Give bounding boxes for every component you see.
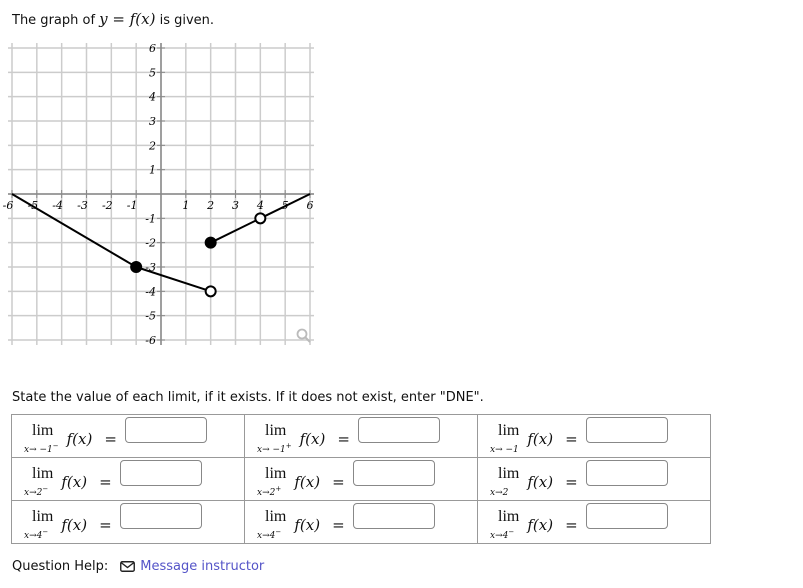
x-tick-label: -2: [102, 199, 113, 212]
limit-cell: lim x→4− f(x) =: [477, 500, 711, 544]
limit-expression: lim x→2+ f(x) =: [257, 464, 345, 498]
y-tick-label: 6: [149, 42, 156, 55]
y-tick-label: 4: [148, 91, 156, 104]
x-tick-label: 3: [232, 199, 239, 212]
limit-cell: lim x→2+ f(x) =: [244, 457, 478, 501]
limit-cell: lim x→2− f(x) =: [11, 457, 245, 501]
limit-approach: x→ −1+: [257, 441, 292, 455]
y-tick-label: 3: [149, 115, 156, 128]
limit-cell: lim x→ −1+ f(x) =: [244, 414, 478, 458]
y-tick-label: 2: [148, 139, 156, 152]
limit-answer-input[interactable]: [352, 460, 435, 487]
envelope-icon: [120, 561, 136, 572]
limit-expression: lim x→4− f(x) =: [257, 507, 345, 541]
limit-cell: lim x→ −1 f(x) =: [477, 414, 711, 458]
y-tick-label: -4: [145, 285, 156, 298]
x-tick-label: -3: [77, 199, 88, 212]
limit-cell: lim x→ −1− f(x) =: [11, 414, 245, 458]
limit-approach: x→4−: [257, 527, 282, 541]
limit-answer-input[interactable]: [585, 503, 668, 530]
limit-answer-input[interactable]: [585, 417, 668, 444]
x-tick-label: 6: [307, 199, 314, 212]
limit-expression: lim x→ −1 f(x) =: [490, 421, 578, 455]
limit-answer-input[interactable]: [119, 503, 202, 530]
curve-segment: [11, 193, 137, 268]
limits-row: lim x→4− f(x) = lim x→4− f(x) = lim x→4− f…: [11, 500, 711, 544]
y-tick-label: 5: [149, 66, 156, 79]
x-tick-label: 4: [256, 199, 264, 212]
instructions: State the value of each limit, if it exi…: [12, 390, 484, 405]
y-tick-label: -5: [145, 310, 156, 323]
limit-approach: x→ −1: [490, 444, 519, 455]
limits-row: lim x→2− f(x) = lim x→2+ f(x) = lim x→2 f(…: [11, 457, 711, 501]
limit-expression: lim x→4− f(x) =: [490, 507, 578, 541]
y-tick-label: 1: [149, 164, 156, 177]
limit-answer-input[interactable]: [358, 417, 441, 444]
question-help: Question Help: Message instructor: [12, 559, 265, 574]
prompt-math: y = f(x): [99, 10, 156, 28]
limit-expression: lim x→ −1+ f(x) =: [257, 421, 350, 455]
closed-point: [204, 236, 217, 249]
limit-answer-input[interactable]: [585, 460, 668, 487]
limit-answer-input[interactable]: [352, 503, 435, 530]
limit-expression: lim x→ −1− f(x) =: [24, 421, 117, 455]
open-point: [254, 212, 267, 225]
closed-point: [130, 261, 143, 273]
limit-approach: x→2: [490, 487, 509, 498]
x-tick-label: -4: [52, 199, 63, 212]
x-tick-label: 1: [182, 199, 189, 212]
y-tick-label: -2: [145, 237, 156, 250]
function-graph: -6-5-4-3-2-1123456654321-1-2-3-4-5-6: [3, 42, 314, 347]
prompt: The graph of y = f(x) is given.: [12, 10, 215, 28]
y-tick-label: -6: [145, 334, 156, 347]
x-tick-label: -6: [3, 199, 14, 212]
limit-approach: x→2−: [24, 484, 49, 498]
limit-answer-input[interactable]: [125, 417, 208, 444]
limits-row: lim x→ −1− f(x) = lim x→ −1+ f(x) = lim x→…: [11, 414, 711, 458]
limit-cell: lim x→4− f(x) =: [11, 500, 245, 544]
limits-table: lim x→ −1− f(x) = lim x→ −1+ f(x) = lim x→…: [11, 414, 711, 544]
limit-approach: x→4−: [24, 527, 49, 541]
limit-expression: lim x→2 f(x) =: [490, 464, 578, 498]
limit-approach: x→2+: [257, 484, 282, 498]
limit-cell: lim x→2 f(x) =: [477, 457, 711, 501]
limit-cell: lim x→4− f(x) =: [244, 500, 478, 544]
limit-approach: x→ −1−: [24, 441, 59, 455]
message-instructor-link[interactable]: Message instructor: [120, 559, 264, 574]
limit-expression: lim x→2− f(x) =: [24, 464, 112, 498]
limit-answer-input[interactable]: [119, 460, 202, 487]
y-tick-label: -1: [145, 212, 156, 225]
limit-approach: x→4−: [490, 527, 515, 541]
x-tick-label: 2: [206, 199, 214, 212]
open-point: [204, 285, 217, 298]
limit-expression: lim x→4− f(x) =: [24, 507, 112, 541]
x-tick-label: -1: [127, 199, 138, 212]
